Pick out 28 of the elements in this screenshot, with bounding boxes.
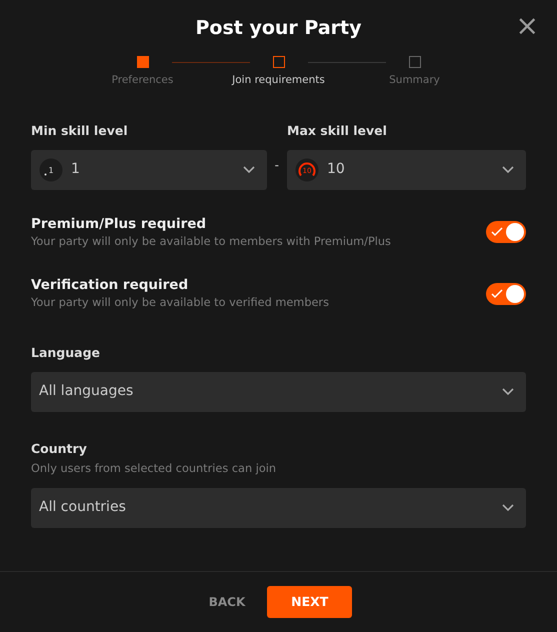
chevron-down-icon — [242, 166, 255, 174]
toggle-switch[interactable] — [486, 221, 526, 244]
toggle-switch[interactable] — [486, 282, 526, 305]
language-select[interactable]: All languages — [31, 372, 526, 412]
toggle-description: Your party will only be available to verified members — [31, 295, 329, 312]
field-description: Only users from selected countries can join — [31, 460, 278, 477]
country-select[interactable]: All countries — [31, 488, 526, 528]
check-icon — [491, 288, 503, 299]
field-label: Country — [31, 440, 88, 458]
toggle-title: Verification required — [31, 276, 190, 295]
skill-gauge-icon: 1 — [39, 158, 63, 182]
step-label: Summary — [389, 73, 440, 88]
dialog-title: Post your Party — [195, 17, 362, 39]
dash-separator: - — [274, 156, 280, 174]
toggle-description: Your party will only be available to members with Premium/Plus — [31, 234, 391, 250]
step-label: Join requirements — [232, 73, 325, 88]
chevron-down-icon — [502, 388, 514, 396]
chevron-down-icon — [502, 504, 514, 512]
field-label: Min skill level — [31, 122, 129, 140]
check-icon — [491, 227, 503, 238]
back-button[interactable]: BACK — [204, 585, 250, 619]
step-label: Preferences — [112, 73, 174, 88]
field-label: Language — [31, 344, 102, 362]
skill-select[interactable]: 1 1 — [31, 150, 267, 190]
toggle-title: Premium/Plus required — [31, 214, 208, 234]
field-label: Max skill level — [287, 122, 388, 140]
close-button[interactable]: × — [516, 12, 539, 40]
chevron-down-icon — [502, 166, 514, 174]
